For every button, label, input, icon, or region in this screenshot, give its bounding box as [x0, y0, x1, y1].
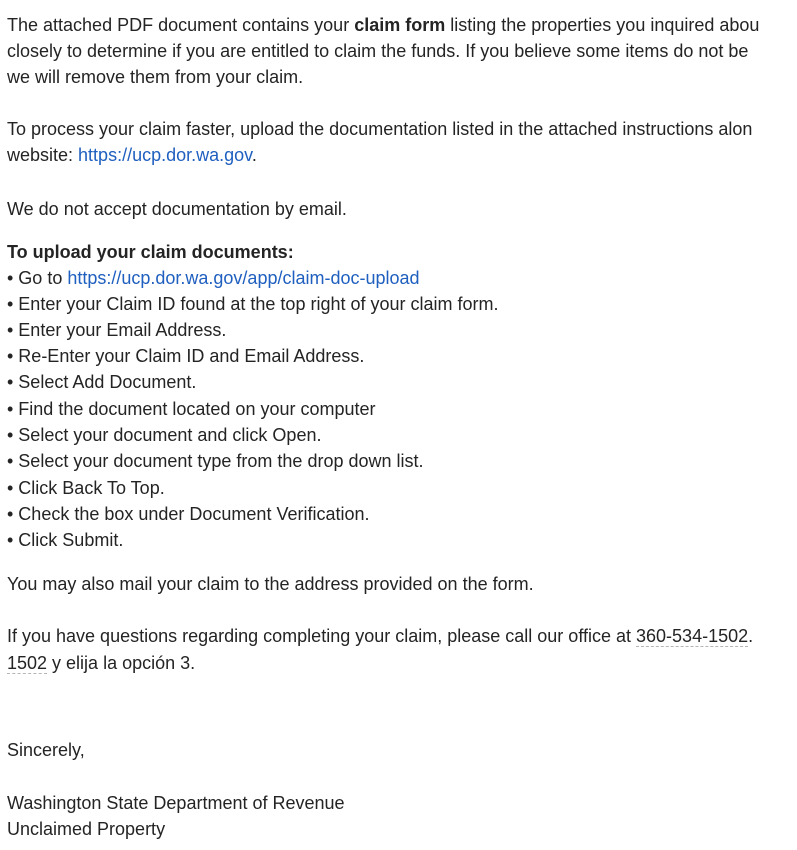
paragraph-questions-line-2: 1502 y elija la opción 3. [7, 650, 195, 676]
upload-step-5: • Select Add Document. [7, 372, 197, 392]
email-body: The attached PDF document contains your … [0, 0, 797, 850]
upload-step-4: • Re-Enter your Claim ID and Email Addre… [7, 346, 365, 366]
ucp-website-link[interactable]: https://ucp.dor.wa.gov [78, 145, 252, 165]
text: If you have questions regarding completi… [7, 626, 637, 646]
paragraph-questions-line-1: If you have questions regarding completi… [7, 623, 753, 649]
paragraph-process-line-1: To process your claim faster, upload the… [7, 119, 753, 139]
upload-step-11: • Click Submit. [7, 530, 124, 550]
text: listing the properties you inquired abou [445, 15, 760, 35]
upload-heading-text: To upload your claim documents: [7, 242, 294, 262]
signature-org-line-1: Washington State Department of Revenue [7, 793, 345, 813]
upload-step-10: • Check the box under Document Verificat… [7, 504, 370, 524]
upload-step-1: • Go to https://ucp.dor.wa.gov/app/claim… [7, 265, 420, 291]
claim-form-bold-text: claim form [354, 15, 446, 35]
text: y elija la opción 3. [47, 653, 196, 673]
claim-doc-upload-link[interactable]: https://ucp.dor.wa.gov/app/claim-doc-upl… [67, 268, 419, 288]
paragraph-claim-form-line-1: The attached PDF document contains your … [7, 12, 759, 38]
paragraph-no-email: We do not accept documentation by email. [7, 199, 347, 219]
upload-step-2: • Enter your Claim ID found at the top r… [7, 294, 499, 314]
text: . [251, 145, 257, 165]
closing-sincerely: Sincerely, [7, 740, 85, 760]
upload-step-9: • Click Back To Top. [7, 478, 165, 498]
signature-org-line-2: Unclaimed Property [7, 819, 166, 839]
upload-heading: To upload your claim documents: [7, 239, 294, 265]
paragraph-claim-form-line-3: we will remove them from your claim. [7, 67, 304, 87]
text: . [748, 626, 754, 646]
upload-step-6: • Find the document located on your comp… [7, 399, 376, 419]
upload-step-8: • Select your document type from the dro… [7, 451, 424, 471]
text: The attached PDF document contains your [7, 15, 355, 35]
paragraph-mail: You may also mail your claim to the addr… [7, 574, 534, 594]
text: • Go to [7, 268, 68, 288]
upload-step-3: • Enter your Email Address. [7, 320, 227, 340]
paragraph-claim-form-line-2: closely to determine if you are entitled… [7, 41, 749, 61]
phone-number-fragment-link[interactable]: 1502 [7, 653, 48, 674]
paragraph-process-line-2: website: https://ucp.dor.wa.gov. [7, 142, 257, 168]
phone-number-link[interactable]: 360-534-1502 [636, 626, 749, 647]
text: website: [7, 145, 79, 165]
upload-step-7: • Select your document and click Open. [7, 425, 322, 445]
